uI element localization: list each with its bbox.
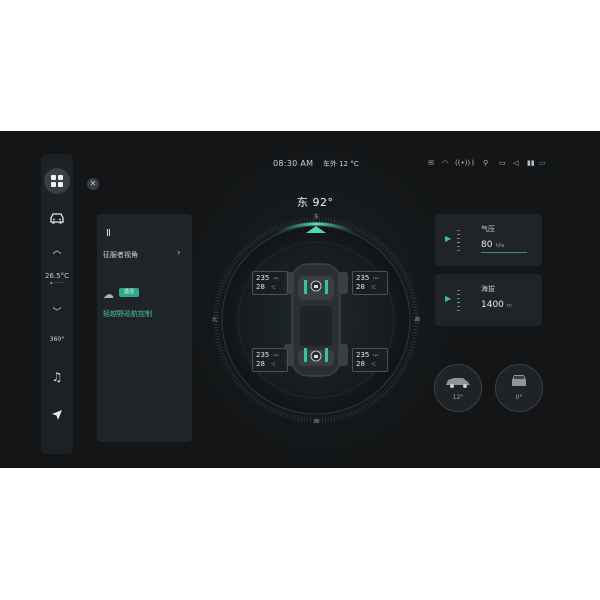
- view-360-button[interactable]: 360°: [41, 336, 73, 343]
- music-note-icon: ♫: [51, 370, 63, 384]
- compass-south-label: 南: [415, 317, 421, 323]
- drive-mode-icon: Ⅱ: [106, 228, 111, 239]
- temp-display: 26.5°C ▪ ‒‒‒‒: [41, 272, 73, 285]
- tire-pressure-unit: kpa: [373, 276, 379, 280]
- battery-icon: ▮▮: [527, 159, 535, 167]
- clock: 08:30 AM: [273, 159, 314, 168]
- tire-pressure-unit: kpa: [273, 276, 279, 280]
- temp-down-button[interactable]: ﹀: [41, 305, 73, 318]
- left-panel: Ⅱ 征服者视角 › ☁ 激活 轻越野巡航控制: [97, 214, 192, 442]
- tire-temp: 28: [256, 283, 265, 291]
- altitude-value: 1400 m: [481, 300, 512, 310]
- view-360-icon: 360°: [49, 336, 65, 343]
- compass-north-label: 北: [212, 317, 218, 323]
- tire-temp-unit: °C: [271, 362, 276, 367]
- chevron-up-icon: ︿: [52, 246, 62, 256]
- location-icon: ⚲: [483, 159, 489, 167]
- chevron-down-icon: ﹀: [52, 308, 62, 318]
- temp-up-button[interactable]: ︿: [41, 243, 73, 256]
- compass-west-label: 西: [314, 419, 320, 425]
- pressure-underline: [481, 252, 527, 253]
- compass-ring: [213, 217, 419, 423]
- tire-temp-unit: °C: [371, 362, 376, 367]
- terrain-mode-icon: ☁: [103, 288, 114, 301]
- front-tilt-angle: 0°: [515, 394, 523, 401]
- temp-level-indicator: ▪ ‒‒‒‒: [49, 280, 65, 285]
- speaker-icon: ◁: [513, 159, 519, 167]
- conqueror-view-label[interactable]: 征服者视角: [103, 250, 138, 260]
- cabin-temp: 26.5°C: [45, 272, 69, 280]
- altitude-card[interactable]: ▶ 海拔 1400 m: [435, 274, 542, 326]
- car-button[interactable]: [41, 209, 73, 228]
- signal-icon: ((•)): [455, 159, 471, 167]
- car-side-icon: [446, 378, 470, 388]
- air-pressure-label: 气压: [481, 225, 495, 233]
- status-badge: 激活: [119, 288, 139, 297]
- tire-pressure-unit: kpa: [373, 353, 379, 357]
- tire-pressure: 235: [356, 274, 370, 282]
- pressure-gauge-icon: [457, 230, 460, 252]
- navigation-button[interactable]: [41, 406, 73, 425]
- play-icon: ▶: [445, 294, 452, 303]
- bluetooth-icon: ᛒ: [471, 159, 476, 167]
- front-tilt-indicator[interactable]: 0°: [495, 364, 543, 412]
- play-icon: ▶: [445, 234, 452, 243]
- tire-pressure: 235: [256, 351, 270, 359]
- tire-rear-right: 235 kpa 28 °C: [352, 348, 388, 372]
- tire-temp-unit: °C: [371, 285, 376, 290]
- home-button[interactable]: [44, 168, 70, 194]
- screen: ︿ 26.5°C ▪ ‒‒‒‒ ﹀ 360° ♫ ✕ 08:30 AM 车外 1…: [0, 131, 600, 468]
- tire-pressure: 235: [256, 274, 270, 282]
- outside-temperature: 车外 12 °C: [323, 160, 359, 168]
- side-tilt-indicator[interactable]: 12°: [434, 364, 482, 412]
- altitude-gauge-icon: [457, 290, 460, 312]
- compass-heading: 东 92°: [297, 196, 334, 209]
- tire-front-right: 235 kpa 28 °C: [352, 271, 388, 295]
- sidebar: ︿ 26.5°C ▪ ‒‒‒‒ ﹀ 360° ♫: [41, 154, 73, 454]
- car-icon: [50, 213, 64, 224]
- music-button[interactable]: ♫: [41, 370, 73, 384]
- wifi-icon: ◠: [442, 159, 449, 167]
- offroad-cruise-label[interactable]: 轻越野巡航控制: [103, 309, 152, 319]
- tire-temp-unit: °C: [271, 285, 276, 290]
- camera-icon: ▭: [499, 159, 506, 167]
- tire-rear-left: 235 kpa 28 °C: [252, 348, 288, 372]
- compass-dial: 东 北 南 西: [210, 214, 422, 430]
- mail-icon: ✉: [428, 159, 434, 167]
- grid-icon: [51, 175, 63, 187]
- tire-pressure: 235: [356, 351, 370, 359]
- navigation-arrow-icon: [52, 410, 62, 420]
- tire-temp: 28: [256, 360, 265, 368]
- tire-temp: 28: [356, 360, 365, 368]
- close-icon: ✕: [89, 179, 97, 188]
- chevron-right-icon[interactable]: ›: [177, 248, 181, 258]
- side-tilt-angle: 12°: [452, 394, 464, 401]
- car-front-icon: [512, 375, 526, 386]
- air-pressure-card[interactable]: ▶ 气压 80 hPa: [435, 214, 542, 266]
- air-pressure-value: 80 hPa: [481, 240, 505, 250]
- battery-charging-icon: ▭: [539, 159, 546, 167]
- tire-pressure-unit: kpa: [273, 353, 279, 357]
- close-button[interactable]: ✕: [87, 178, 99, 190]
- tire-temp: 28: [356, 283, 365, 291]
- altitude-label: 海拔: [481, 285, 495, 293]
- tire-front-left: 235 kpa 28 °C: [252, 271, 288, 295]
- compass-east-label: 东: [314, 214, 320, 220]
